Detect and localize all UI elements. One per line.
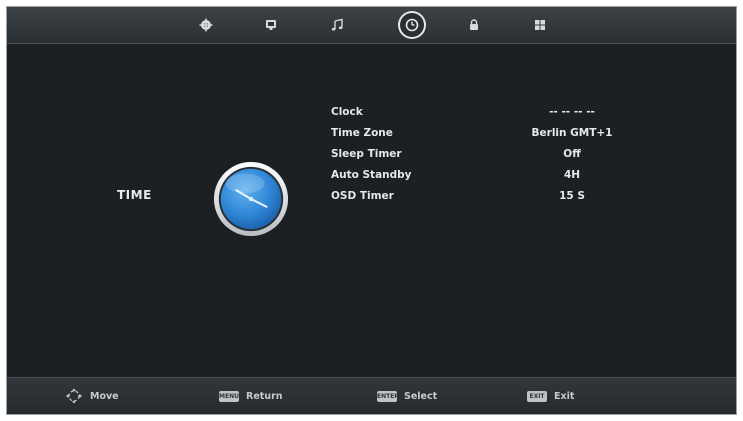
top-menu-bar [7,7,736,44]
move-arrows-icon [66,388,82,404]
menu-row-clock[interactable]: Clock -- -- -- -- [327,101,637,122]
tv-monitor-icon [266,20,276,30]
hint-return-label: Return [246,390,283,402]
tab-setup[interactable] [528,13,552,37]
lock-icon [470,19,478,30]
setting-value: Off [563,147,581,160]
exit-key-icon: EXIT [527,390,547,402]
hint-exit-label: Exit [554,390,575,402]
setting-value: 4H [563,168,581,181]
menu-row-time-zone[interactable]: Time Zone Berlin GMT+1 [327,122,637,143]
setting-label: Auto Standby [331,168,412,181]
tab-picture[interactable] [194,13,218,37]
music-note-icon [331,18,343,31]
setting-label: Time Zone [331,126,393,139]
setting-label: OSD Timer [331,189,394,202]
enter-key-icon: ENTER [377,390,397,402]
menu-key-icon: MENU [219,390,239,402]
tab-lock[interactable] [462,13,486,37]
hint-move: Move [65,388,119,404]
setup-grid-icon [535,20,545,30]
picture-icon [199,18,213,32]
tab-time[interactable] [400,13,424,37]
help-bar: Move MENU Return ENTER Select EXIT Exit [7,377,736,414]
tab-channel[interactable] [259,13,283,37]
hint-exit: EXIT Exit [527,388,574,404]
setting-label: Sleep Timer [331,147,402,160]
time-settings-menu: Clock -- -- -- -- Time Zone Berlin GMT+1… [327,101,637,206]
setting-value: -- -- -- -- [549,105,595,118]
setting-value: 15 S [559,189,585,202]
clock-illustration-icon [213,161,289,237]
setting-value: Berlin GMT+1 [531,126,613,139]
hint-select: ENTER Select [377,388,437,404]
clock-icon [405,18,419,32]
hint-return: MENU Return [219,388,283,404]
menu-row-sleep-timer[interactable]: Sleep Timer Off [327,143,637,164]
hint-move-label: Move [90,390,119,402]
tv-menu-screen: TIME Clock -- -- -- -- Time Zone Berlin … [6,6,737,415]
menu-row-auto-standby[interactable]: Auto Standby 4H [327,164,637,185]
setting-label: Clock [331,105,363,118]
tab-sound[interactable] [325,13,349,37]
page-title: TIME [117,188,152,202]
menu-row-osd-timer[interactable]: OSD Timer 15 S [327,185,637,206]
hint-select-label: Select [404,390,438,402]
